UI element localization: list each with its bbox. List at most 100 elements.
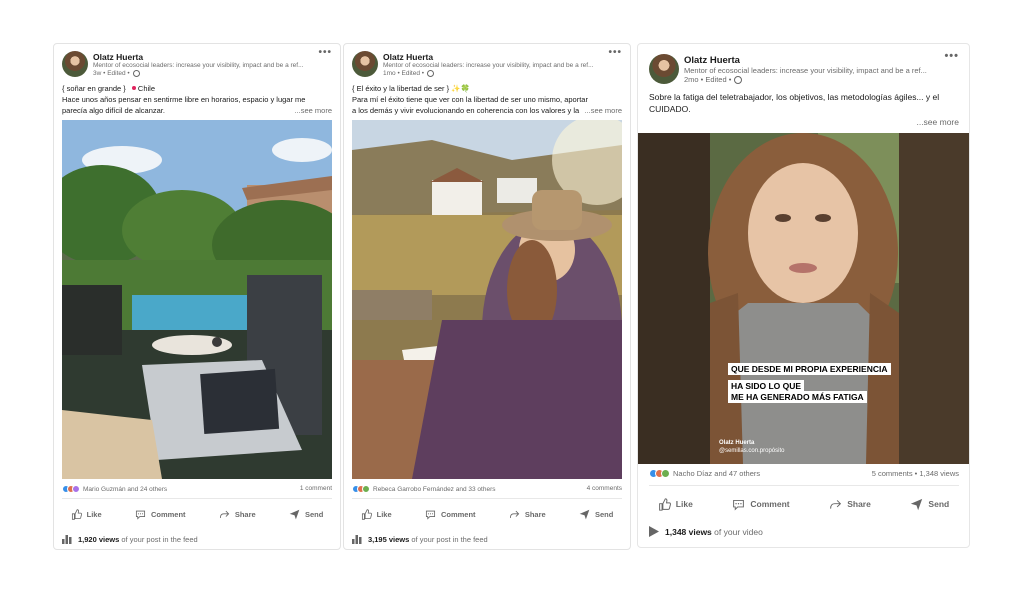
divider bbox=[649, 485, 959, 486]
post-image[interactable] bbox=[62, 120, 332, 479]
video-caption-line3: ME HA GENERADO MÁS FATIGA bbox=[728, 391, 867, 403]
post-text-heading: { soñar en grande } bbox=[62, 84, 126, 93]
analytics-icon bbox=[352, 535, 362, 544]
play-icon bbox=[649, 526, 659, 537]
comment-button[interactable]: Comment bbox=[135, 509, 186, 520]
send-label: Send bbox=[595, 509, 614, 519]
post-text-location: Chile bbox=[137, 84, 155, 93]
views-count: 3,195 views bbox=[368, 534, 410, 544]
analytics-icon bbox=[62, 535, 72, 544]
send-icon bbox=[289, 509, 300, 519]
author-name[interactable]: Olatz Huerta bbox=[383, 52, 433, 62]
post-card-1: Olatz Huerta Mentor of ecosocial leaders… bbox=[53, 43, 341, 550]
send-label: Send bbox=[305, 509, 324, 519]
like-label: Like bbox=[675, 499, 693, 509]
share-label: Share bbox=[524, 509, 546, 519]
share-button[interactable]: Share bbox=[829, 498, 871, 511]
comments-views-count[interactable]: 5 comments • 1,348 views bbox=[872, 469, 959, 478]
post-text-line1: { soñar en grande } Chile bbox=[62, 84, 155, 95]
share-icon bbox=[830, 499, 842, 509]
like-button[interactable]: Like bbox=[71, 508, 102, 520]
post-image[interactable] bbox=[352, 120, 622, 479]
more-options-button[interactable]: ••• bbox=[944, 50, 959, 62]
views-count: 1,920 views bbox=[78, 534, 120, 544]
share-icon bbox=[509, 510, 520, 518]
post-body-text: Para mí el éxito tiene que ver con la li… bbox=[352, 95, 588, 117]
post-card-2: Olatz Huerta Mentor of ecosocial leaders… bbox=[343, 43, 631, 550]
share-button[interactable]: Share bbox=[219, 509, 256, 520]
pin-icon bbox=[131, 86, 136, 90]
send-label: Send bbox=[928, 499, 950, 509]
like-label: Like bbox=[376, 509, 392, 519]
like-icon bbox=[658, 497, 671, 511]
post-video[interactable]: QUE DESDE MI PROPIA EXPERIENCIA HA SIDO … bbox=[638, 133, 969, 464]
views-text: of your video bbox=[714, 526, 763, 537]
reactions-text: Nacho Díaz and 47 others bbox=[673, 469, 761, 478]
author-avatar[interactable] bbox=[62, 51, 88, 77]
reactions-summary[interactable]: Nacho Díaz and 47 others bbox=[649, 469, 760, 478]
send-icon bbox=[579, 509, 590, 519]
globe-icon bbox=[132, 70, 140, 77]
comment-label: Comment bbox=[440, 509, 476, 519]
see-more-link[interactable]: ...see more bbox=[916, 117, 959, 127]
reactions-text: Mario Guzmán and 24 others bbox=[83, 485, 168, 493]
garden-laptop-photo bbox=[62, 120, 332, 479]
reactions-text: Rebeca Garrobo Fernández and 33 others bbox=[373, 485, 496, 493]
globe-icon bbox=[734, 75, 743, 84]
divider bbox=[62, 498, 332, 499]
like-button[interactable]: Like bbox=[361, 508, 392, 520]
post-analytics[interactable]: 1,920 views of your post in the feed bbox=[62, 534, 198, 544]
views-text: of your post in the feed bbox=[411, 534, 488, 544]
views-count: 1,348 views bbox=[665, 526, 712, 537]
see-more-link[interactable]: ...see more bbox=[581, 106, 622, 115]
comment-count[interactable]: 4 comments bbox=[587, 485, 622, 492]
share-label: Share bbox=[847, 499, 871, 509]
comment-icon bbox=[733, 499, 745, 511]
support-reaction-icon bbox=[661, 469, 670, 478]
post-analytics[interactable]: 3,195 views of your post in the feed bbox=[352, 534, 488, 544]
comment-count[interactable]: 1 comment bbox=[300, 485, 332, 492]
video-credit-handle: @semillas.con.propósito bbox=[719, 448, 785, 454]
share-button[interactable]: Share bbox=[509, 509, 546, 520]
author-name[interactable]: Olatz Huerta bbox=[93, 52, 143, 62]
action-bar: Like Comment Share Send bbox=[344, 506, 630, 522]
comment-label: Comment bbox=[150, 509, 186, 519]
author-avatar[interactable] bbox=[649, 54, 679, 84]
post-meta: 2mo • Edited • bbox=[684, 75, 743, 84]
author-name[interactable]: Olatz Huerta bbox=[684, 55, 740, 66]
author-avatar[interactable] bbox=[352, 51, 378, 77]
reactions-summary[interactable]: Mario Guzmán and 24 others bbox=[62, 485, 167, 493]
post-time: 1mo • Edited • bbox=[383, 70, 425, 77]
see-more-link[interactable]: ...see more bbox=[291, 106, 332, 115]
celebrate-reaction-icon bbox=[72, 485, 80, 493]
like-icon bbox=[71, 508, 82, 520]
comment-button[interactable]: Comment bbox=[732, 498, 790, 511]
send-button[interactable]: Send bbox=[289, 509, 323, 520]
video-credit-name: Olatz Huerta bbox=[719, 440, 755, 446]
globe-icon bbox=[427, 70, 435, 77]
send-button[interactable]: Send bbox=[910, 498, 949, 511]
action-bar: Like Comment Share Send bbox=[638, 495, 969, 513]
comment-button[interactable]: Comment bbox=[425, 509, 476, 520]
post-body-text: Sobre la fatiga del teletrabajador, los … bbox=[649, 92, 940, 114]
share-label: Share bbox=[234, 509, 256, 519]
like-button[interactable]: Like bbox=[658, 497, 693, 511]
post-meta: 1mo • Edited • bbox=[383, 70, 435, 77]
more-options-button[interactable]: ••• bbox=[318, 47, 332, 58]
like-label: Like bbox=[86, 509, 102, 519]
post-meta: 3w • Edited • bbox=[93, 70, 140, 77]
video-frame bbox=[638, 133, 969, 464]
comment-icon bbox=[135, 510, 145, 520]
woman-with-hat-photo bbox=[352, 120, 622, 479]
video-caption-line1: QUE DESDE MI PROPIA EXPERIENCIA bbox=[728, 363, 891, 375]
action-bar: Like Comment Share Send bbox=[54, 506, 340, 522]
author-headline: Mentor of ecosocial leaders: increase yo… bbox=[383, 62, 594, 69]
post-body-text: Hace unos años pensar en sentirme libre … bbox=[62, 95, 306, 115]
divider bbox=[352, 498, 622, 499]
video-analytics[interactable]: 1,348 views of your video bbox=[649, 526, 763, 537]
send-button[interactable]: Send bbox=[579, 509, 613, 520]
reactions-summary[interactable]: Rebeca Garrobo Fernández and 33 others bbox=[352, 485, 496, 493]
comment-label: Comment bbox=[750, 499, 790, 509]
post-card-3: Olatz Huerta Mentor of ecosocial leaders… bbox=[637, 43, 970, 548]
more-options-button[interactable]: ••• bbox=[608, 47, 622, 58]
